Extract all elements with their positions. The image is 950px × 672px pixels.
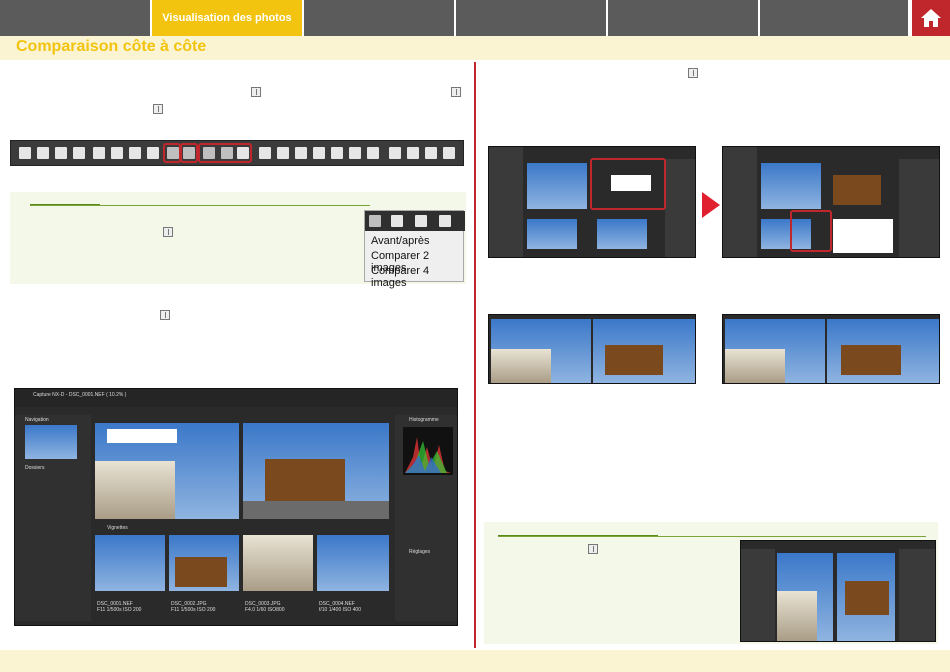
title-bar: Comparaison côte à côte	[0, 36, 950, 60]
menu-icon-row	[365, 211, 465, 231]
highlight-compare-2	[180, 143, 198, 163]
thumb-2-info: F11 1/500s ISO 200	[171, 607, 216, 613]
compare-mode-menu[interactable]: Avant/après Comparer 2 images Comparer 4…	[364, 210, 465, 289]
straighten-icon[interactable]	[295, 147, 307, 159]
camera-icon[interactable]	[349, 147, 361, 159]
menu-compare-2-icon[interactable]	[391, 215, 403, 227]
menu-item-before-after[interactable]: Avant/après	[371, 235, 430, 247]
folders-panel-title: Dossiers	[25, 465, 45, 471]
back-arrow-icon[interactable]	[37, 147, 49, 159]
thumb-4-info: f/10 1/400 ISO 400	[319, 607, 361, 613]
image-label	[107, 429, 177, 443]
forward-arrow-icon[interactable]	[55, 147, 67, 159]
thumbnails-panel-title: Vignettes	[107, 525, 128, 531]
filter-icon[interactable]	[425, 147, 437, 159]
navigation-panel-title: Navigation	[25, 417, 49, 423]
eyedropper-icon[interactable]	[277, 147, 289, 159]
compare-2-images-icon-3	[688, 68, 698, 78]
filter-clear-icon[interactable]	[443, 147, 455, 159]
menu-compare-4-icon[interactable]	[415, 215, 427, 227]
zoom-icon[interactable]	[259, 147, 271, 159]
window-title: Capture NX-D - DSC_0001.NEF ( 10.2% )	[33, 392, 127, 398]
nav-tab-3[interactable]	[304, 0, 456, 36]
before-after-icon	[153, 104, 163, 114]
fullscreen-icon[interactable]	[147, 147, 159, 159]
before-after-icon-small	[163, 227, 173, 237]
nav-tab-4[interactable]	[456, 0, 608, 36]
arrow-right-icon	[702, 192, 720, 218]
thumb-1-info: F11 1/500s ISO 200	[97, 607, 142, 613]
highlight-compare-4	[198, 143, 252, 163]
compare-view-1	[488, 314, 696, 384]
single-view-icon[interactable]	[129, 147, 141, 159]
tip-box-2	[484, 522, 938, 644]
bottom-bar	[0, 650, 950, 672]
capture-nxd-window: Capture NX-D - DSC_0001.NEF ( 10.2% ) Na…	[14, 388, 458, 626]
compare-2-images-icon	[251, 87, 261, 97]
compare-4-images-icon	[451, 87, 461, 97]
top-navigation: Visualisation des photos	[0, 0, 950, 36]
home-icon	[921, 9, 941, 27]
grid-view-icon[interactable]	[93, 147, 105, 159]
menu-item-compare-4[interactable]: Comparer 4 images	[371, 265, 463, 289]
highlight-before-after	[163, 143, 181, 163]
monitor-icon[interactable]	[367, 147, 379, 159]
compare-view-2	[722, 314, 940, 384]
rotate-icon[interactable]	[331, 147, 343, 159]
settings-panel-title: Réglages	[409, 549, 431, 555]
star-icon[interactable]	[407, 147, 419, 159]
nav-tab-6[interactable]	[760, 0, 910, 36]
nav-tab-visualisation-label: Visualisation des photos	[162, 12, 292, 24]
screenshot-single-view	[740, 540, 936, 642]
highlight-thumbnail	[790, 210, 832, 252]
histogram-panel-title: Histogramme	[409, 417, 439, 423]
crop-icon[interactable]	[313, 147, 325, 159]
compare-2-images-icon-2	[160, 310, 170, 320]
settings-icon[interactable]	[389, 147, 401, 159]
folder-icon[interactable]	[73, 147, 85, 159]
highlight-empty-pane	[590, 158, 666, 210]
nav-tab-visualisation[interactable]: Visualisation des photos	[152, 0, 304, 36]
menu-compare-4b-icon[interactable]	[439, 215, 451, 227]
thumb-3-info: F4.0 1/60 ISO800	[245, 607, 285, 613]
filmstrip-icon[interactable]	[111, 147, 123, 159]
histogram-chart-icon	[405, 437, 451, 473]
nav-tab-1[interactable]	[0, 0, 152, 36]
single-view-icon-small	[588, 544, 598, 554]
page-title: Comparaison côte à côte	[16, 38, 207, 55]
nav-tab-5[interactable]	[608, 0, 760, 36]
home-button[interactable]	[912, 0, 950, 36]
print-icon[interactable]	[19, 147, 31, 159]
column-divider	[474, 62, 476, 648]
menu-before-after-icon[interactable]	[369, 215, 381, 227]
